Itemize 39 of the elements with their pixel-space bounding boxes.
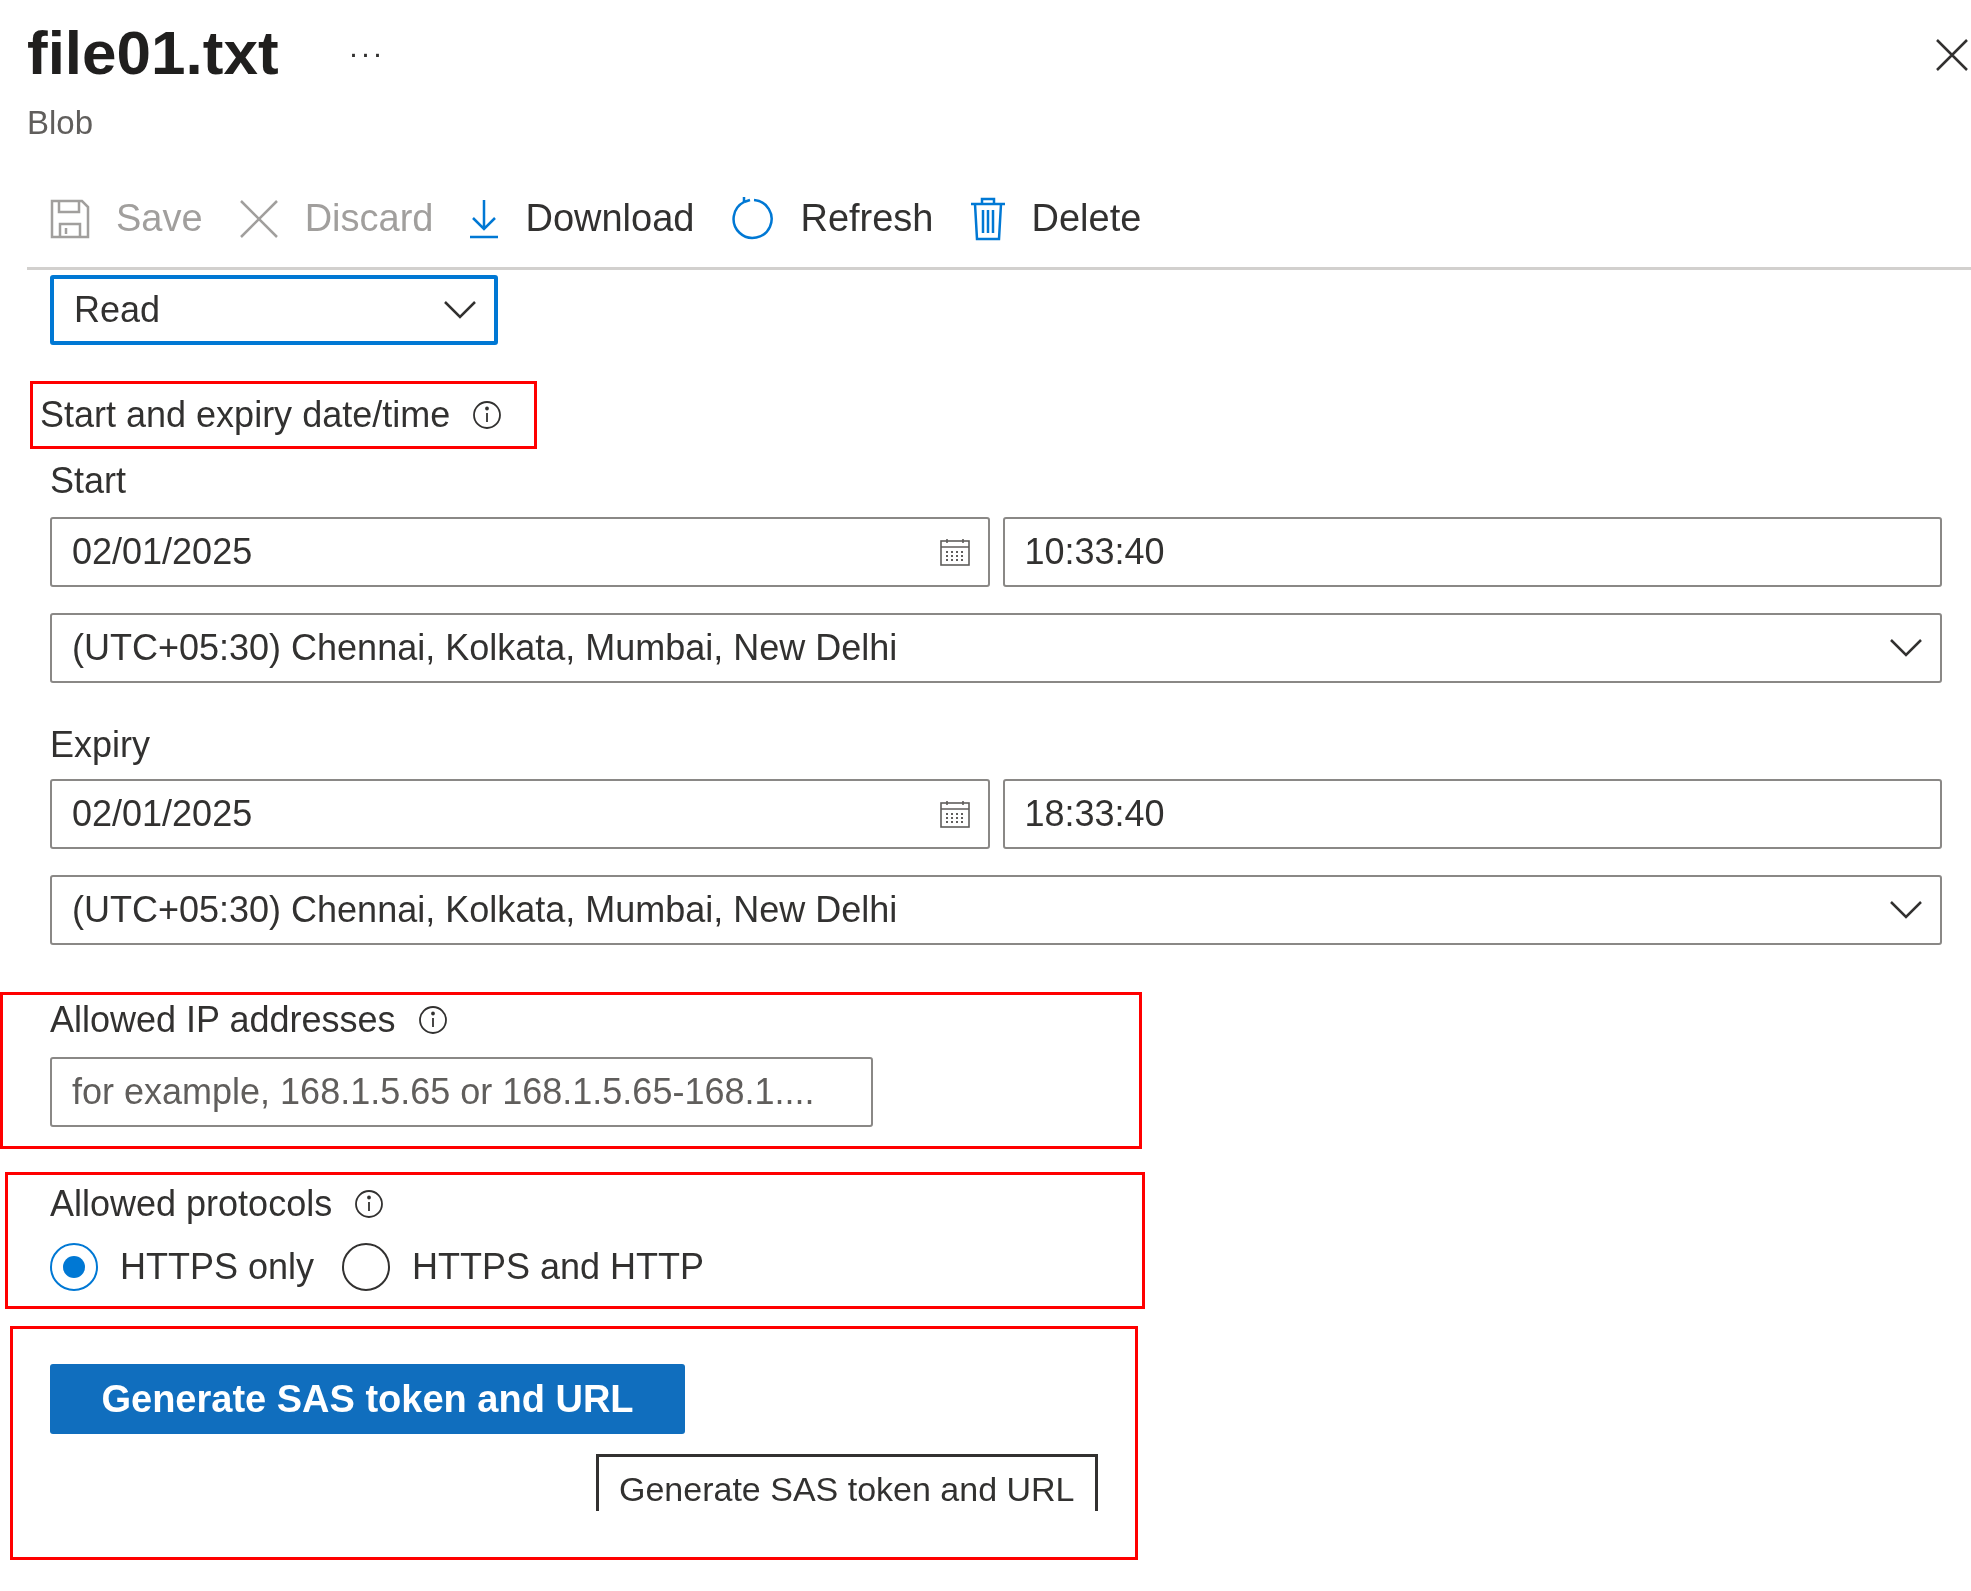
tooltip: Generate SAS token and URL — [596, 1454, 1098, 1511]
refresh-icon — [730, 196, 775, 241]
trash-icon — [969, 196, 1006, 241]
generate-sas-button[interactable]: Generate SAS token and URL — [50, 1364, 685, 1434]
refresh-button[interactable]: Refresh — [730, 196, 934, 241]
chevron-down-icon — [1890, 639, 1922, 657]
section-label: Start and expiry date/time — [40, 395, 451, 435]
download-icon — [469, 198, 500, 239]
field-label: Expiry — [50, 725, 152, 765]
close-icon[interactable] — [1935, 38, 1969, 72]
download-button[interactable]: Download — [469, 197, 695, 240]
calendar-icon[interactable] — [939, 800, 970, 828]
radio-button[interactable] — [50, 1243, 98, 1291]
more-options-button[interactable]: ··· — [348, 35, 385, 70]
timezone-dropdown[interactable]: (UTC+05:30) Chennai, Kolkata, Mumbai, New Delhi — [50, 875, 1942, 945]
chevron-down-icon — [1890, 901, 1922, 919]
field-label: Allowed IP addresses — [50, 1000, 396, 1040]
delete-button[interactable]: Delete — [969, 196, 1142, 241]
protocol-radio[interactable]: HTTPS and HTTP — [342, 1243, 705, 1291]
date-field[interactable]: 02/01/2025 — [50, 517, 990, 587]
info-icon[interactable] — [354, 1189, 385, 1219]
date-field[interactable]: 02/01/2025 — [50, 779, 990, 849]
info-icon[interactable] — [472, 400, 503, 430]
protocol-radio[interactable]: HTTPS only — [50, 1243, 315, 1291]
timezone-dropdown[interactable]: (UTC+05:30) Chennai, Kolkata, Mumbai, New Delhi — [50, 613, 1942, 683]
chevron-down-icon — [444, 301, 476, 319]
time-field[interactable]: 18:33:40 — [1002, 779, 1942, 849]
blade-title: file01.txt — [27, 17, 279, 89]
time-field[interactable]: 10:33:40 — [1002, 517, 1942, 587]
ip-address-field[interactable]: for example, 168.1.5.65 or 168.1.5.65-168.1.... — [50, 1057, 873, 1127]
field-label: Allowed protocols — [50, 1184, 333, 1224]
permissions-dropdown[interactable]: Read — [50, 275, 498, 345]
blade-subtitle: Blob — [27, 103, 94, 143]
calendar-icon[interactable] — [939, 538, 970, 566]
save-icon — [50, 198, 90, 239]
close-icon — [238, 198, 279, 239]
info-icon[interactable] — [417, 1005, 448, 1035]
radio-button[interactable] — [342, 1243, 391, 1291]
field-label: Start — [50, 461, 128, 501]
